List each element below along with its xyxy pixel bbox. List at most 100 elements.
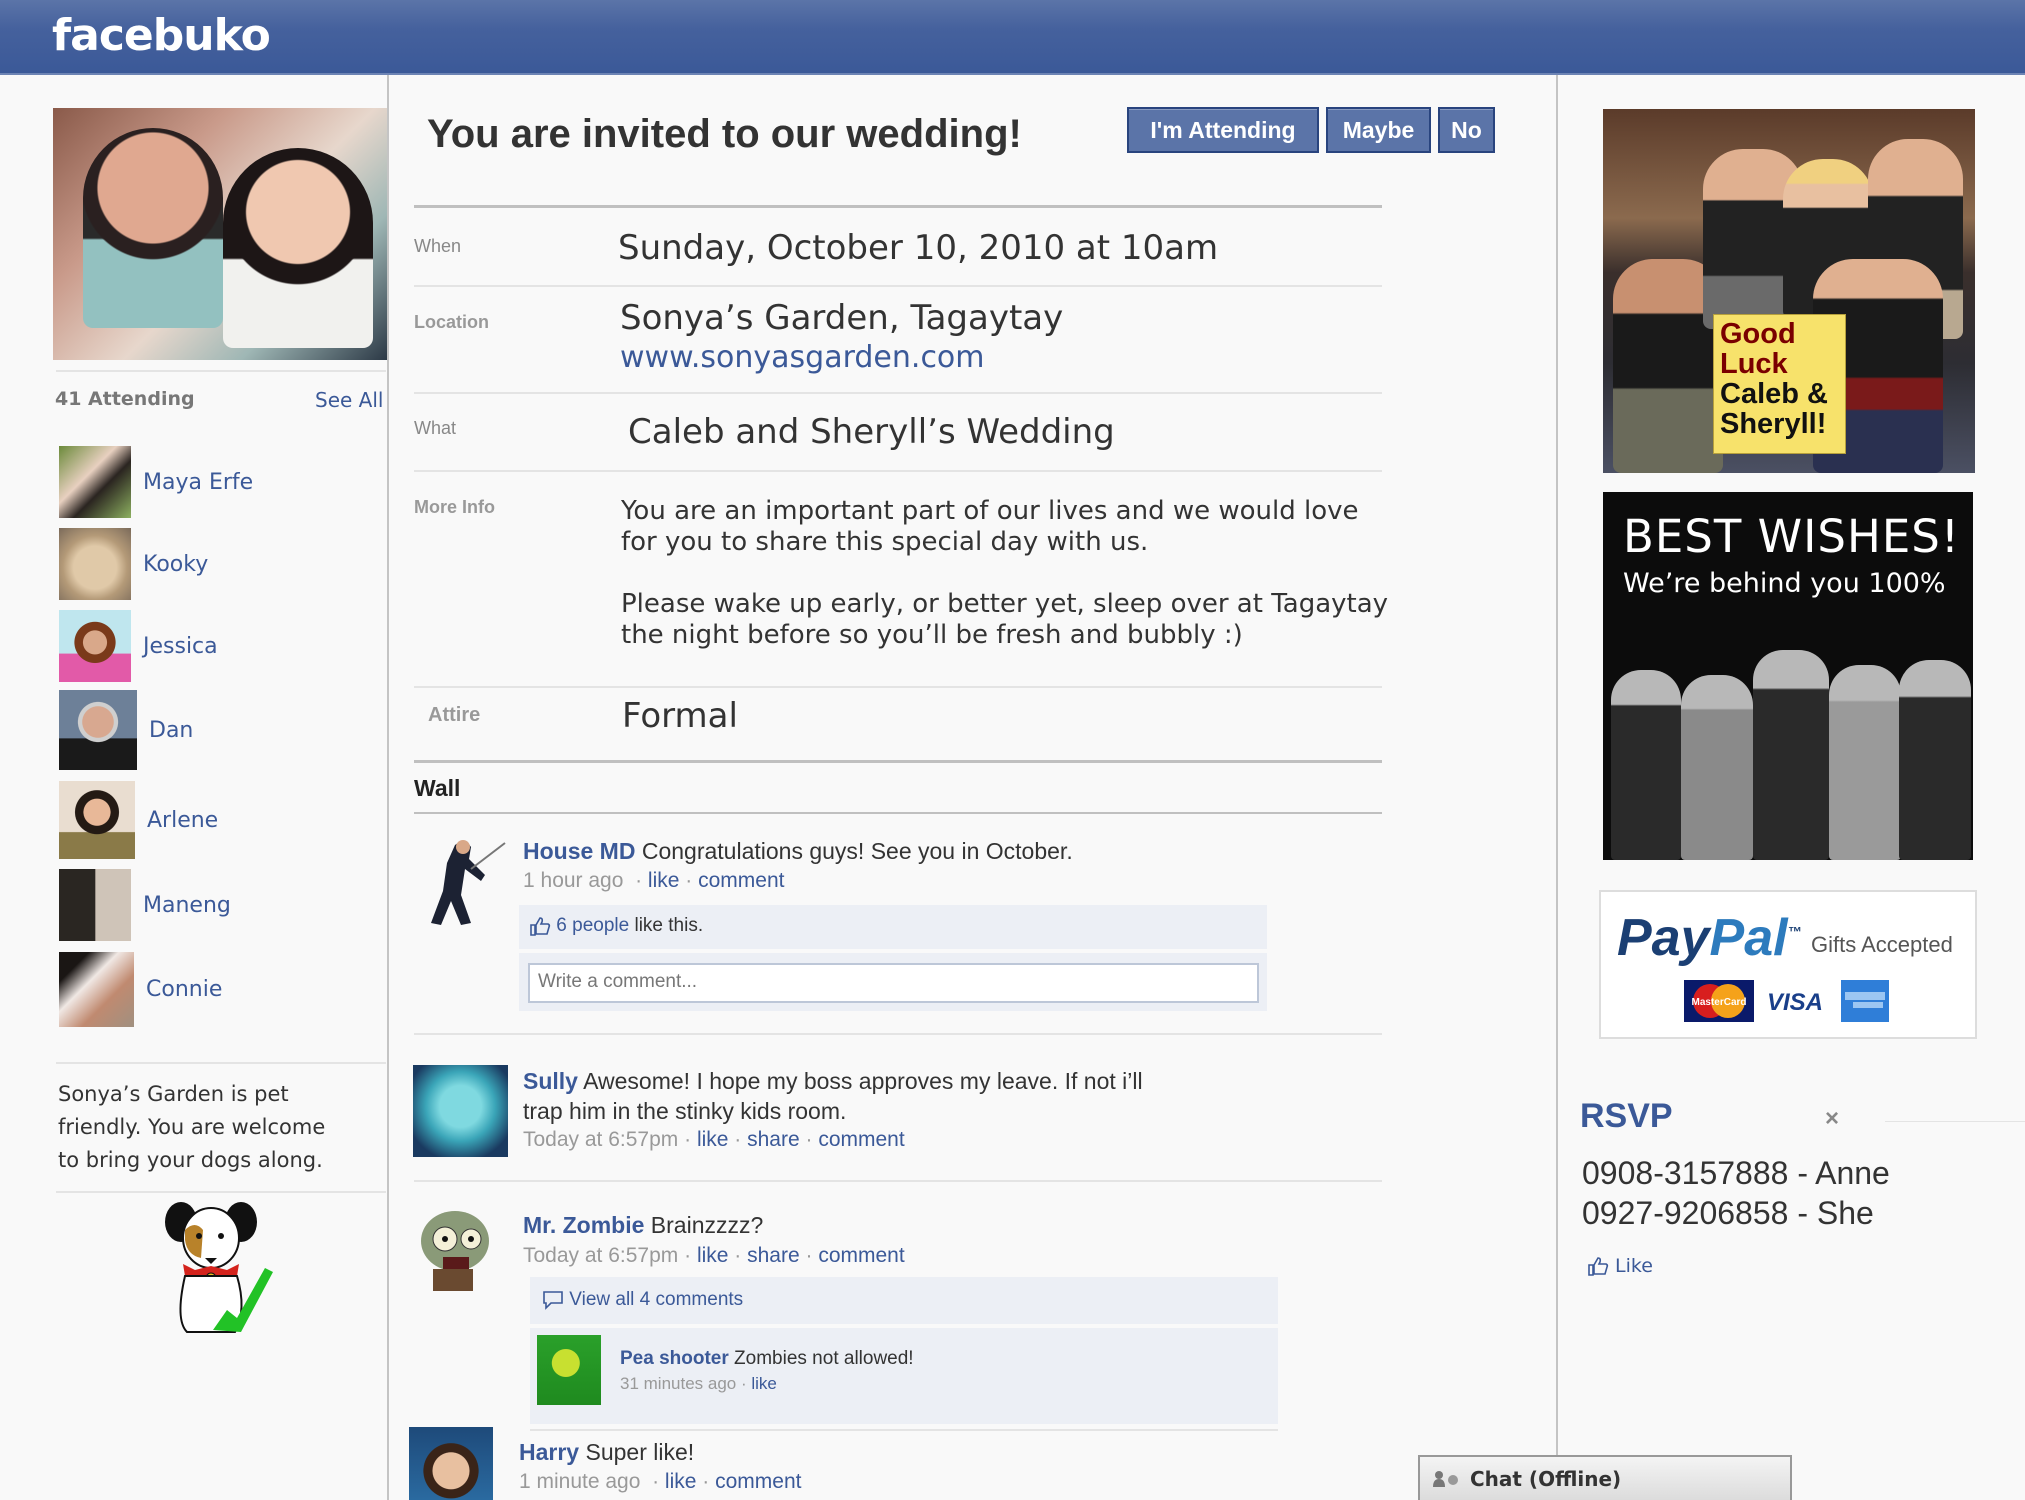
post-body: Brainzzzz? [650, 1212, 764, 1238]
post-meta: Today at 6:57pm · like · share · comment [523, 1244, 905, 1267]
rsvp-heading: RSVP [1580, 1097, 1673, 1135]
mastercard-text: MasterCard [1691, 997, 1746, 1008]
what-label: What [414, 418, 457, 438]
house-md-avatar[interactable] [425, 835, 507, 927]
comment-link[interactable]: comment [715, 1470, 801, 1493]
logo[interactable]: facebuko [52, 10, 271, 61]
chat-status-icon [1433, 1470, 1458, 1487]
top-bar: facebuko [0, 0, 2025, 75]
guest-item[interactable]: Maneng [59, 869, 379, 941]
sign-line: Caleb & [1720, 378, 1828, 410]
like-link[interactable]: like [697, 1244, 729, 1267]
pet-note-line: friendly. You are welcome [58, 1115, 326, 1139]
like-link[interactable]: like [648, 869, 680, 892]
dog-with-checkmark-icon [165, 1202, 273, 1333]
comment-author-link[interactable]: Pea shooter [620, 1348, 729, 1369]
comment-timestamp: 31 minutes ago [620, 1374, 737, 1393]
view-all-comments[interactable]: View all 4 comments [542, 1289, 743, 1311]
guest-avatar[interactable] [59, 610, 131, 682]
more-info-line: You are an important part of our lives a… [621, 496, 1359, 526]
guest-item[interactable]: Jessica [59, 610, 379, 682]
comment-body: Zombies not allowed! [734, 1348, 914, 1369]
comment-link[interactable]: comment [698, 869, 784, 892]
no-button[interactable]: No [1438, 107, 1495, 153]
divider [56, 370, 386, 372]
pet-note-line: Sonya’s Garden is pet [58, 1082, 289, 1106]
chat-bar[interactable]: Chat (Offline) [1418, 1455, 1792, 1500]
divider [414, 760, 1382, 763]
more-info-label: More Info [414, 497, 495, 517]
paypal-logo: PayPal™ [1617, 908, 1802, 968]
close-icon[interactable]: × [1825, 1105, 1839, 1133]
likers-link[interactable]: 6 people [556, 915, 629, 936]
location-website-link[interactable]: www.sonyasgarden.com [620, 340, 985, 375]
american-express-icon [1841, 980, 1889, 1022]
guest-item[interactable]: Maya Erfe [59, 446, 379, 518]
post-author-link[interactable]: Mr. Zombie [523, 1212, 644, 1238]
guest-avatar[interactable] [59, 951, 134, 1027]
guest-avatar[interactable] [59, 781, 135, 859]
guest-name[interactable]: Dan [149, 718, 193, 743]
divider [414, 470, 1382, 472]
divider [414, 1033, 1382, 1035]
comment-bubble-icon [543, 1291, 563, 1310]
comment-link[interactable]: comment [818, 1128, 904, 1151]
guest-name[interactable]: Maya Erfe [143, 470, 253, 495]
harry-avatar[interactable] [409, 1427, 493, 1500]
like-link[interactable]: like [665, 1470, 697, 1493]
chat-label: Chat (Offline) [1470, 1466, 1622, 1491]
guest-item[interactable]: Kooky [59, 528, 379, 600]
divider [56, 1191, 386, 1193]
view-all-comments-link[interactable]: View all 4 comments [569, 1289, 743, 1310]
guest-avatar[interactable] [59, 690, 137, 770]
write-comment-input[interactable]: Write a comment... [528, 963, 1259, 1003]
when-value: Sunday, October 10, 2010 at 10am [618, 228, 1219, 268]
comment-link[interactable]: comment [818, 1244, 904, 1267]
post-timestamp: 1 minute ago [519, 1470, 641, 1493]
im-attending-button[interactable]: I'm Attending [1127, 107, 1319, 153]
guest-name[interactable]: Maneng [143, 893, 231, 918]
like-label: Like [1615, 1255, 1653, 1277]
guest-name[interactable]: Kooky [143, 552, 208, 577]
post-text: Harry Super like! [519, 1439, 694, 1466]
pea-shooter-avatar[interactable] [537, 1335, 601, 1405]
best-wishes-ad-image[interactable]: BEST WISHES! We’re behind you 100% [1603, 492, 1973, 860]
guest-item[interactable]: Connie [59, 951, 379, 1027]
post-author-link[interactable]: Harry [519, 1439, 579, 1465]
share-link[interactable]: share [747, 1128, 800, 1151]
good-luck-ad-image[interactable]: Good Luck Caleb & Sheryll! [1603, 109, 1975, 473]
what-value: Caleb and Sheryll’s Wedding [628, 412, 1115, 452]
post-author-link[interactable]: Sully [523, 1068, 578, 1094]
divider [414, 392, 1382, 394]
when-label: When [414, 236, 462, 256]
guest-name[interactable]: Jessica [143, 634, 218, 659]
more-info-text: You are an important part of our lives a… [621, 496, 1401, 651]
share-link[interactable]: share [747, 1244, 800, 1267]
post-author-link[interactable]: House MD [523, 838, 635, 864]
sully-avatar[interactable] [413, 1065, 508, 1157]
divider [530, 1429, 1278, 1431]
mastercard-icon: MasterCard [1684, 980, 1754, 1022]
guest-name[interactable]: Arlene [147, 808, 218, 833]
guest-item[interactable]: Arlene [59, 781, 379, 859]
guest-avatar[interactable] [59, 528, 131, 600]
paypal-logo-pay: Pay [1617, 909, 1710, 967]
paypal-gifts-box[interactable]: PayPal™ Gifts Accepted MasterCard VISA [1599, 890, 1977, 1039]
more-info-line: the night before so you’ll be fresh and … [621, 620, 1243, 650]
guest-avatar[interactable] [59, 446, 131, 518]
post-text: House MD Congratulations guys! See you i… [523, 838, 1073, 865]
guest-name[interactable]: Connie [146, 977, 222, 1002]
like-link[interactable]: like [751, 1374, 777, 1393]
guest-avatar[interactable] [59, 869, 131, 941]
maybe-button[interactable]: Maybe [1326, 107, 1431, 153]
like-button[interactable]: Like [1587, 1255, 1653, 1277]
event-photo[interactable] [53, 108, 387, 360]
like-link[interactable]: like [697, 1128, 729, 1151]
post-timestamp: Today at 6:57pm [523, 1128, 679, 1151]
mr-zombie-avatar[interactable] [413, 1203, 503, 1291]
pet-friendly-note: Sonya’s Garden is pet friendly. You are … [58, 1078, 378, 1177]
guest-item[interactable]: Dan [59, 690, 379, 770]
likes-text: like this. [629, 915, 704, 936]
see-all-link[interactable]: See All [315, 388, 383, 412]
location-value: Sonya’s Garden, Tagaytay [620, 298, 1064, 338]
